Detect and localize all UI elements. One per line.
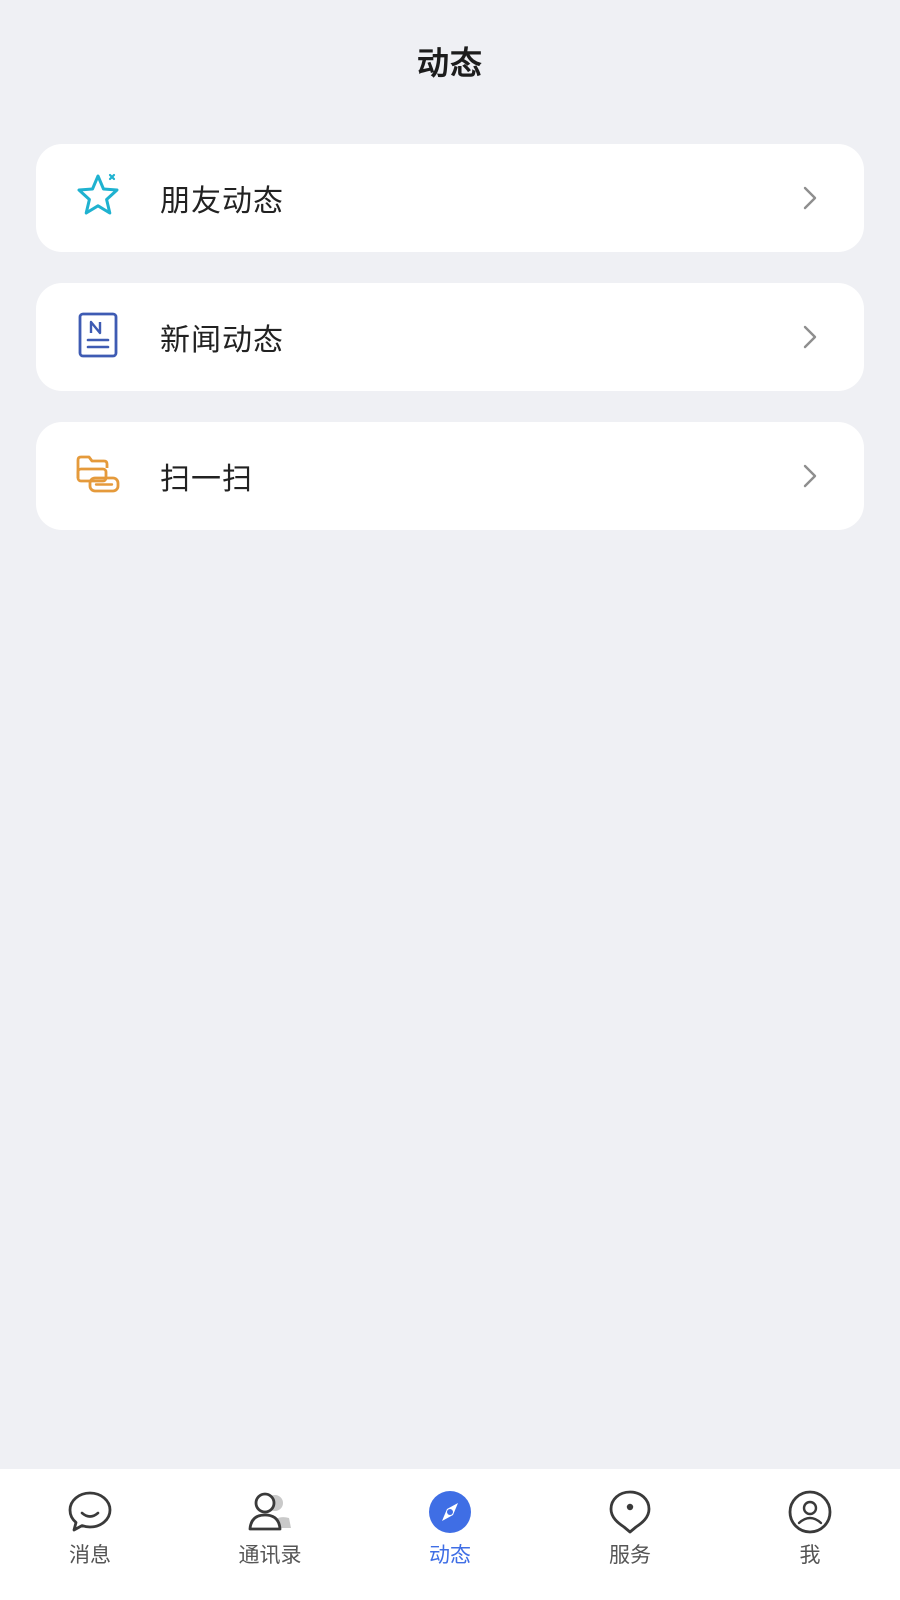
profile-icon	[785, 1487, 835, 1537]
location-pin-icon	[605, 1487, 655, 1537]
star-icon	[72, 170, 124, 222]
chat-bubble-icon	[65, 1487, 115, 1537]
tab-label: 消息	[69, 1543, 111, 1567]
tab-label: 服务	[609, 1543, 651, 1567]
tab-feed[interactable]: 动态	[360, 1469, 540, 1600]
menu-item-label: 扫一扫	[160, 462, 253, 497]
tab-messages[interactable]: 消息	[0, 1469, 180, 1600]
tab-label: 我	[799, 1543, 821, 1567]
menu-item-label: 朋友动态	[160, 184, 284, 219]
chevron-right-icon	[796, 462, 824, 490]
contacts-icon	[245, 1487, 295, 1537]
tab-label: 动态	[429, 1543, 471, 1567]
chevron-right-icon	[796, 323, 824, 351]
compass-icon	[425, 1487, 475, 1537]
scan-icon	[72, 448, 124, 500]
tab-services[interactable]: 服务	[540, 1469, 720, 1600]
menu-item-friends-feed[interactable]: 朋友动态	[36, 144, 864, 252]
news-icon	[72, 309, 124, 361]
bottom-tab-bar: 消息 通讯录 动态 服务 我	[0, 1469, 900, 1600]
menu-item-label: 新闻动态	[160, 323, 284, 358]
chevron-right-icon	[796, 184, 824, 212]
status-bar-fragment	[280, 0, 380, 6]
menu-item-news-feed[interactable]: 新闻动态	[36, 283, 864, 391]
menu-item-scan[interactable]: 扫一扫	[36, 422, 864, 530]
tab-label: 通讯录	[238, 1543, 302, 1567]
tab-contacts[interactable]: 通讯录	[180, 1469, 360, 1600]
tab-me[interactable]: 我	[720, 1469, 900, 1600]
page-title: 动态	[416, 44, 483, 82]
menu-list: 朋友动态 新闻动态 扫一扫	[36, 144, 864, 561]
